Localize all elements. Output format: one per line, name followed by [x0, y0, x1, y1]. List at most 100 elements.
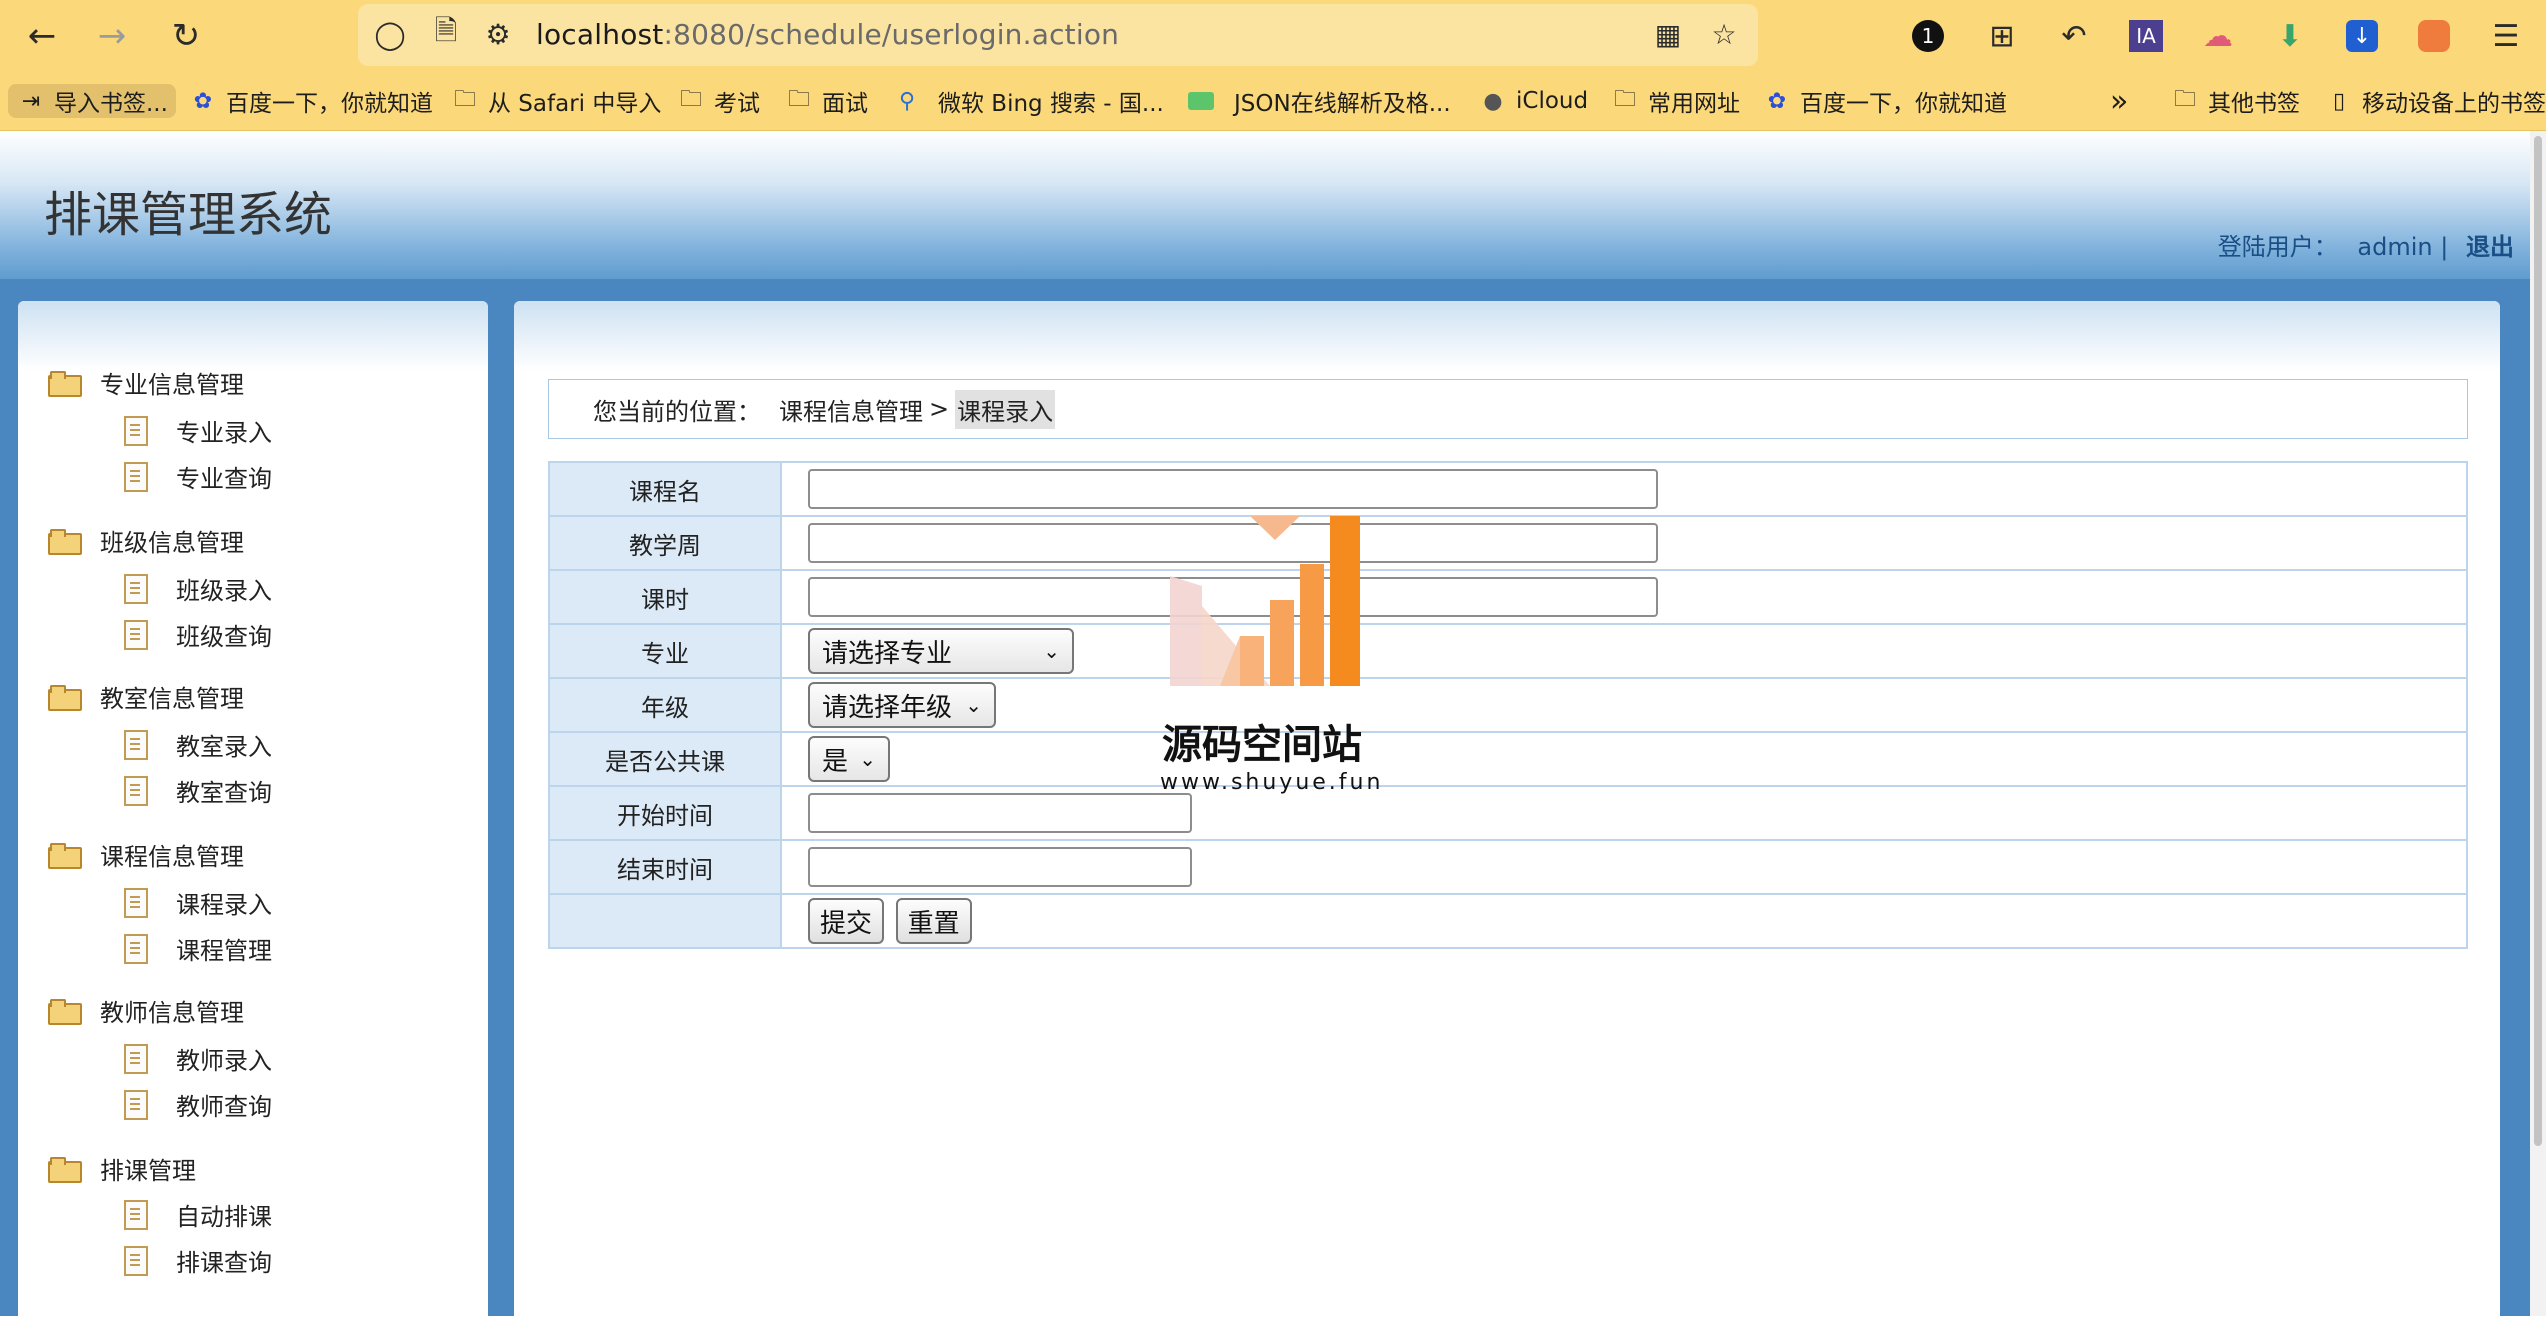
sidebar-group-classroom[interactable]: 教室信息管理 [48, 679, 244, 714]
folder-open-icon [48, 684, 82, 711]
undo-icon[interactable]: ↶ [2054, 16, 2094, 56]
breadcrumb-label: 您当前的位置： [593, 397, 761, 426]
back-arrow-icon[interactable]: ← [20, 14, 64, 58]
menu-icon[interactable]: ☰ [2486, 16, 2526, 56]
bookmark-star-icon[interactable]: ☆ [1704, 14, 1744, 54]
submit-button[interactable]: 提交 [808, 898, 885, 944]
major-label: 专业 [548, 623, 782, 679]
hours-label: 课时 [548, 569, 782, 625]
document-icon [124, 1089, 148, 1120]
chevron-down-icon: ⌄ [859, 747, 876, 771]
bookmark-baidu-1[interactable]: ✿ 百度一下，你就知道 [188, 84, 433, 118]
bookmark-json[interactable]: JSON在线解析及格... [1186, 84, 1451, 118]
is-public-select[interactable]: 是 ⌄ [808, 736, 890, 782]
sidebar-item-class-query[interactable]: 班级查询 [124, 617, 272, 652]
sidebar-item-classroom-add[interactable]: 教室录入 [124, 727, 272, 762]
bookmark-folder-safari[interactable]: 🗀 从 Safari 中导入 [450, 84, 661, 118]
download-manager-icon[interactable]: ↓ [2342, 16, 2382, 56]
document-icon [124, 887, 148, 918]
folder-icon: 🗀 [679, 87, 702, 112]
form-row-actions: 提交 重置 [548, 893, 2468, 949]
folder-icon: 🗀 [2173, 87, 2196, 112]
sidebar-group-major[interactable]: 专业信息管理 [48, 365, 244, 400]
username-link[interactable]: admin [2357, 233, 2432, 261]
bookmark-folder-mobile[interactable]: ▯ 移动设备上的书签 [2324, 84, 2546, 118]
form-row-teaching-week: 教学周 [548, 515, 2468, 571]
sidebar-group-schedule[interactable]: 排课管理 [48, 1151, 196, 1186]
import-icon: ⇥ [21, 88, 41, 114]
end-time-label: 结束时间 [548, 839, 782, 895]
document-icon [124, 573, 148, 604]
sidebar-item-teacher-add[interactable]: 教师录入 [124, 1041, 272, 1076]
bookmark-icloud[interactable]: ● iCloud [1478, 84, 1588, 118]
sidebar-item-teacher-query[interactable]: 教师查询 [124, 1087, 272, 1122]
bookmark-folder-other[interactable]: 🗀 其他书签 [2170, 84, 2300, 118]
qr-code-icon[interactable]: ▦ [1648, 14, 1688, 54]
extension-orange-icon[interactable] [2414, 16, 2454, 56]
bookmark-folder-exam[interactable]: 🗀 考试 [676, 84, 760, 118]
major-select[interactable]: 请选择专业 ⌄ [808, 628, 1074, 674]
sidebar-item-course-manage[interactable]: 课程管理 [124, 931, 272, 966]
forward-arrow-icon[interactable]: → [90, 14, 134, 58]
main-panel: 您当前的位置： 课程信息管理 > 课程录入 课程名 教学周 课时 专业 请选择专… [514, 301, 2500, 1331]
user-label: 登陆用户： [2217, 233, 2338, 261]
start-time-input[interactable] [808, 793, 1192, 833]
sidebar-group-course[interactable]: 课程信息管理 [48, 837, 244, 872]
bookmarks-overflow-icon[interactable]: » [2110, 84, 2128, 119]
logout-link[interactable]: 退出 [2466, 233, 2514, 261]
bookmark-baidu-2[interactable]: ✿ 百度一下，你就知道 [1762, 84, 2007, 118]
sidebar-item-major-query[interactable]: 专业查询 [124, 459, 272, 494]
crop-icon[interactable]: ⊞ [1982, 16, 2022, 56]
sidebar-item-schedule-query[interactable]: 排课查询 [124, 1243, 272, 1278]
form-row-course-name: 课程名 [548, 461, 2468, 517]
bookmark-folder-common[interactable]: 🗀 常用网址 [1610, 84, 1740, 118]
bookmark-bing[interactable]: ⚲ 微软 Bing 搜索 - 国... [892, 84, 1164, 118]
form-row-start-time: 开始时间 [548, 785, 2468, 841]
download-helper-icon[interactable]: ⬇ [2270, 16, 2310, 56]
course-name-input[interactable] [808, 469, 1658, 509]
end-time-input[interactable] [808, 847, 1192, 887]
breadcrumb-current: 课程录入 [955, 389, 1056, 429]
user-info: 登陆用户： admin | 退出 [2218, 227, 2514, 262]
course-form: 课程名 教学周 课时 专业 请选择专业 ⌄ 年级 请选择年级 ⌄ 是否公共课 是… [548, 461, 2468, 949]
actions-label-empty [548, 893, 782, 949]
document-icon [124, 1199, 148, 1230]
is-public-label: 是否公共课 [548, 731, 782, 787]
cloud-download-icon[interactable]: ☁ [2198, 16, 2238, 56]
sidebar-item-major-add[interactable]: 专业录入 [124, 413, 272, 448]
sidebar-item-class-add[interactable]: 班级录入 [124, 571, 272, 606]
form-row-hours: 课时 [548, 569, 2468, 625]
course-name-label: 课程名 [548, 461, 782, 517]
sidebar-item-course-add[interactable]: 课程录入 [124, 885, 272, 920]
reset-button[interactable]: 重置 [895, 898, 972, 944]
ia-extension-icon[interactable]: IA [2126, 16, 2166, 56]
grade-select[interactable]: 请选择年级 ⌄ [808, 682, 996, 728]
is-public-select-value: 是 [822, 746, 849, 777]
sidebar-item-classroom-query[interactable]: 教室查询 [124, 773, 272, 808]
browser-toolbar: ← → ↻ ◯ 🗎 ⚙ localhost:8080/schedule/user… [0, 0, 2546, 72]
form-row-end-time: 结束时间 [548, 839, 2468, 895]
page-icon[interactable]: 🗎 [426, 14, 466, 54]
document-icon [124, 775, 148, 806]
breadcrumb: 您当前的位置： 课程信息管理 > 课程录入 [548, 379, 2468, 439]
bookmark-import[interactable]: ⇥ 导入书签... [8, 84, 176, 118]
document-icon [124, 415, 148, 446]
shield-icon[interactable]: ◯ [370, 14, 410, 54]
sidebar-group-teacher[interactable]: 教师信息管理 [48, 993, 244, 1028]
scrollbar-thumb[interactable] [2534, 136, 2542, 1146]
folder-icon: 🗀 [453, 87, 476, 112]
reload-icon[interactable]: ↻ [164, 14, 208, 58]
sidebar-group-class[interactable]: 班级信息管理 [48, 523, 244, 558]
extension-badge-icon[interactable]: 1 [1908, 16, 1948, 56]
bookmark-folder-interview[interactable]: 🗀 面试 [784, 84, 868, 118]
permissions-icon[interactable]: ⚙ [478, 14, 518, 54]
hours-input[interactable] [808, 577, 1658, 617]
grade-select-value: 请选择年级 [822, 692, 953, 723]
url-text[interactable]: localhost:8080/schedule/userlogin.action [536, 18, 1119, 51]
teaching-week-input[interactable] [808, 523, 1658, 563]
form-row-major: 专业 请选择专业 ⌄ [548, 623, 2468, 679]
sidebar-item-auto-schedule[interactable]: 自动排课 [124, 1197, 272, 1232]
address-bar[interactable]: ◯ 🗎 ⚙ localhost:8080/schedule/userlogin.… [358, 4, 1758, 66]
breadcrumb-separator: > [929, 395, 950, 423]
system-title: 排课管理系统 [44, 187, 333, 243]
